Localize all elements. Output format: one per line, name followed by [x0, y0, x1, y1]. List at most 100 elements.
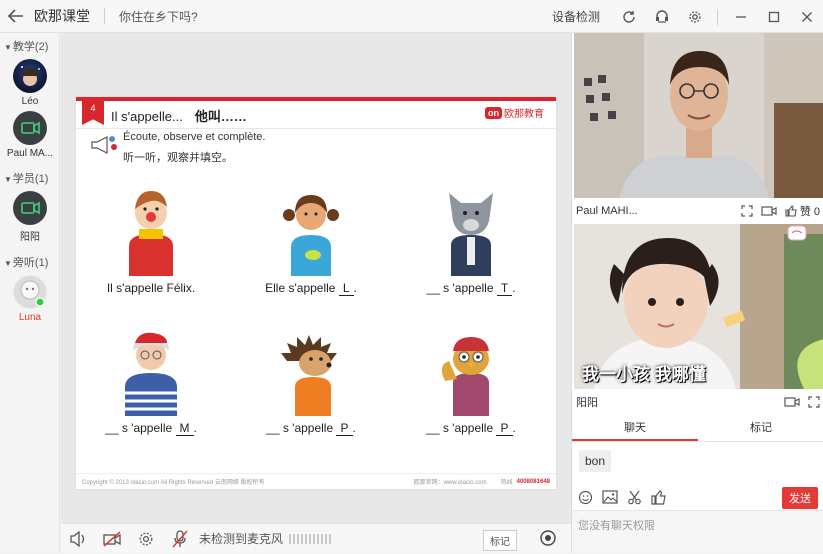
avatar: [13, 191, 47, 225]
grandma-illustration: [125, 332, 177, 416]
camera-toggle-button[interactable]: [95, 524, 129, 554]
student-video-name: 阳阳: [576, 397, 598, 409]
thumbs-up-button[interactable]: [651, 489, 666, 505]
image-icon: [602, 490, 618, 504]
app-name: 欧那课堂: [34, 8, 90, 24]
wolf-illustration: [449, 193, 493, 276]
fullscreen-button[interactable]: [741, 205, 753, 217]
record-button[interactable]: [539, 529, 557, 550]
microphone-off-icon: [172, 529, 188, 547]
smiley-icon: [578, 490, 593, 504]
exercise-item-4: __ s 'appelle M.: [76, 321, 226, 436]
media-settings-button[interactable]: [129, 524, 163, 554]
refresh-button[interactable]: [612, 0, 645, 33]
like-button[interactable]: 赞 0: [785, 203, 820, 219]
device-check-button[interactable]: 设备检测: [552, 8, 600, 25]
close-button[interactable]: [790, 0, 823, 33]
exercise-item-6: __ s 'appelle P.: [396, 321, 546, 436]
tab-mark[interactable]: 标记: [698, 416, 823, 441]
student-video[interactable]: 我一小孩 我哪懂: [574, 224, 823, 389]
settings-button[interactable]: [678, 0, 711, 33]
slide: 4 Il s'appelle... 他叫…… on 欧那教育 Écoute, obs…: [76, 97, 556, 489]
mic-level-meter: [289, 533, 332, 544]
slide-title: Il s'appelle... 他叫……: [111, 109, 247, 124]
chat-message: bon: [579, 450, 612, 472]
back-button[interactable]: [0, 0, 32, 33]
tab-chat[interactable]: 聊天: [572, 416, 698, 441]
exercise-item-1: Il s'appelle Félix.: [76, 181, 226, 295]
fullscreen-icon: [741, 205, 753, 217]
camera-icon: [21, 121, 40, 135]
close-icon: [801, 11, 812, 22]
girl-fish-illustration: [283, 195, 339, 276]
chat-messages: bon: [572, 442, 823, 484]
exercise-caption: __ s 'appelle P.: [426, 421, 516, 436]
mark-button[interactable]: 标记: [483, 530, 517, 551]
avatar: [13, 111, 47, 145]
teacher-video-name: Paul MAHI...: [576, 205, 638, 217]
thumbs-up-icon: [651, 489, 666, 505]
like-count: 赞 0: [799, 206, 820, 218]
exercise-caption: __ s 'appelle M.: [105, 421, 197, 436]
exercise-caption: __ s 'appelle P.: [266, 421, 356, 436]
collapse-triangle-icon: ▼: [4, 43, 12, 52]
gear-icon: [688, 10, 701, 23]
collapse-triangle-icon: ▼: [4, 175, 12, 184]
camera-icon: [21, 201, 40, 215]
avatar: [13, 275, 47, 309]
group-auditors[interactable]: ▼旁听(1): [0, 249, 59, 271]
scissors-icon: [628, 490, 641, 504]
member-sidebar: ▼教学(2) Léo Paul MA... ▼学员(1) 阳阳 ▼旁听(1) L…: [0, 33, 60, 553]
teacher-video[interactable]: [574, 33, 823, 198]
exercise-caption: Elle s'appelle L.: [265, 281, 357, 296]
window-controls-divider: [717, 8, 718, 25]
instruction-zh: 听一听，观察并填空。: [123, 152, 233, 164]
brand-logo: on 欧那教育: [485, 105, 544, 120]
member-student-yangyang[interactable]: 阳阳: [0, 191, 60, 243]
chat-toolbar: 发送: [572, 484, 823, 510]
avatar: [13, 59, 47, 93]
speaker-button[interactable]: [61, 524, 95, 554]
image-button[interactable]: [602, 490, 618, 504]
support-button[interactable]: [645, 0, 678, 33]
collapse-triangle-icon: ▼: [4, 259, 12, 268]
member-name: Luna: [18, 312, 42, 323]
chat-tabs: 聊天 标记: [572, 416, 823, 442]
send-button[interactable]: 发送: [782, 487, 818, 509]
maximize-button[interactable]: [757, 0, 790, 33]
teacher-camera-button[interactable]: [761, 205, 777, 217]
member-teacher-leo[interactable]: Léo: [0, 59, 60, 107]
hedgehog-illustration: [281, 335, 337, 416]
instruction-fr: Écoute, observe et complète.: [123, 131, 266, 143]
refresh-icon: [622, 10, 635, 23]
group-teachers[interactable]: ▼教学(2): [0, 33, 59, 55]
teacher-video-bar: Paul MAHI... 赞 0: [572, 198, 823, 224]
camera-icon: [784, 397, 800, 407]
group-students[interactable]: ▼学员(1): [0, 165, 59, 187]
divider: [76, 128, 556, 129]
megaphone-icon: [90, 135, 120, 158]
course-title: 你住在乡下吗?: [119, 9, 198, 24]
microphone-button[interactable]: [163, 524, 197, 554]
exercise-item-2: Elle s'appelle L.: [236, 181, 386, 296]
presentation-stage: 4 Il s'appelle... 他叫…… on 欧那教育 Écoute, obs…: [61, 33, 571, 523]
headset-icon: [655, 9, 668, 23]
title-divider: [104, 8, 105, 24]
student-camera-button[interactable]: [784, 396, 800, 408]
screenshot-button[interactable]: [627, 490, 642, 505]
member-teacher-paul[interactable]: Paul MA...: [0, 111, 60, 159]
slide-footer: Copyright © 2013 olacio.com All Rights R…: [76, 473, 556, 489]
minimize-button[interactable]: [724, 0, 757, 33]
student-video-subtitle: 我一小孩 我哪懂: [582, 365, 706, 384]
mic-status: 未检测到麦克风: [199, 532, 284, 546]
member-name: Paul MA...: [6, 148, 54, 159]
exercise-item-5: __ s 'appelle P.: [236, 321, 386, 436]
member-name: Léo: [21, 96, 39, 107]
owl-pilot-illustration: [441, 337, 489, 416]
right-panel: Paul MAHI... 赞 0 我一小孩 我哪懂 阳阳 聊天 标记 bon 发…: [571, 33, 823, 553]
member-auditor-luna[interactable]: Luna: [0, 275, 60, 323]
record-icon: [540, 530, 556, 546]
fullscreen-button[interactable]: [808, 396, 820, 408]
emoji-button[interactable]: [578, 490, 593, 505]
speaker-icon: [70, 530, 85, 547]
